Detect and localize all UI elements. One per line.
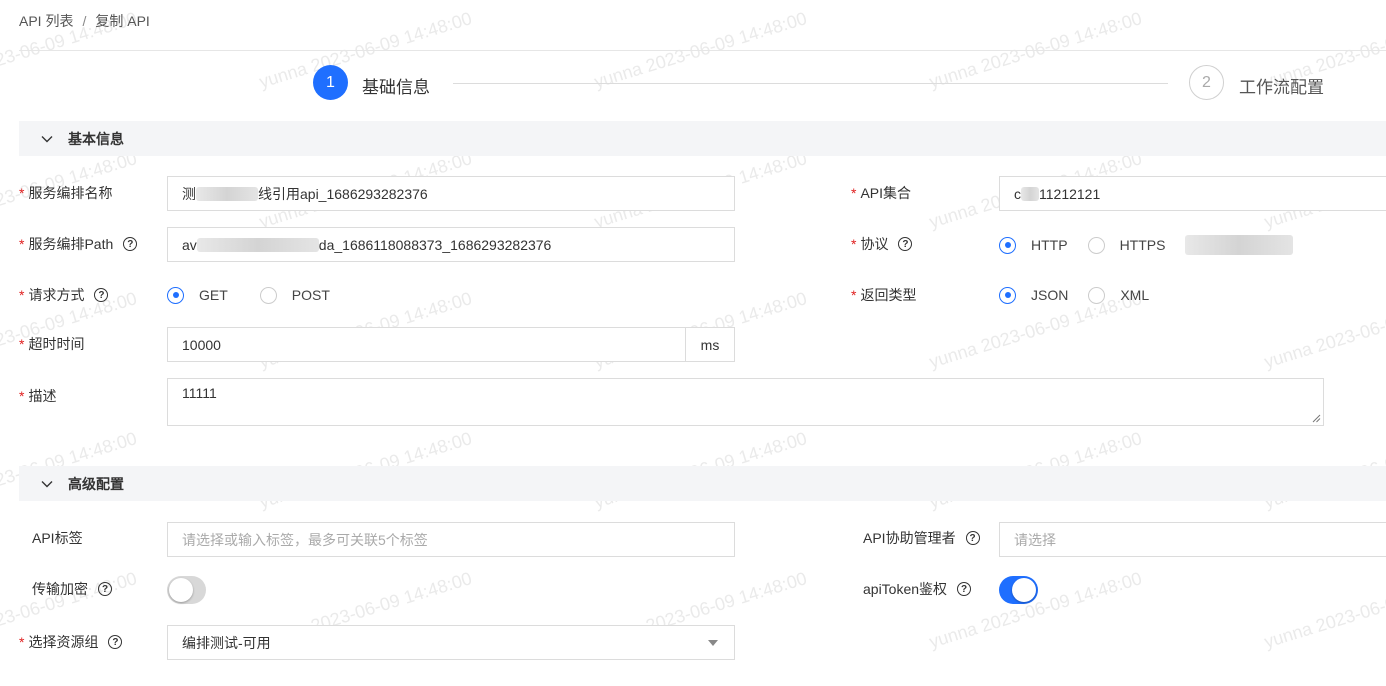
help-icon[interactable]: ? <box>108 635 123 649</box>
chevron-down-icon <box>41 480 53 487</box>
section-basic-info[interactable]: 基本信息 <box>19 121 1386 156</box>
watermark-text: yunna 2023-06-09 14:48:00 <box>1261 288 1386 372</box>
breadcrumb: API 列表 / 复制 API <box>19 11 150 31</box>
service-name-label: * 服务编排名称 <box>19 185 113 201</box>
help-icon[interactable]: ? <box>957 582 972 596</box>
redacted-text <box>1185 235 1294 255</box>
step-label: 基础信息 <box>362 78 430 97</box>
api-token-auth-toggle[interactable] <box>999 576 1038 604</box>
service-path-label: * 服务编排Path? <box>19 234 138 254</box>
breadcrumb-current: 复制 API <box>95 13 150 29</box>
radio-post[interactable]: POST <box>259 286 330 304</box>
timeout-label: * 超时时间 <box>19 336 85 352</box>
help-icon[interactable]: ? <box>123 237 138 251</box>
radio-get[interactable]: GET <box>167 286 228 304</box>
radio-xml[interactable]: XML <box>1088 286 1149 304</box>
protocol-label: * 协议? <box>851 234 913 254</box>
section-advanced-config[interactable]: 高级配置 <box>19 466 1386 501</box>
return-type-label: * 返回类型 <box>851 287 917 303</box>
redacted-text <box>196 186 258 201</box>
step-connector <box>453 83 1168 84</box>
api-collection-label: * API集合 <box>851 185 912 201</box>
resource-group-select[interactable]: 编排测试-可用 <box>167 625 735 660</box>
return-type-radio-group: JSON XML <box>999 285 1169 305</box>
help-icon[interactable]: ? <box>98 582 112 596</box>
section-title: 高级配置 <box>68 475 124 492</box>
timeout-unit: ms <box>685 328 734 361</box>
redacted-text <box>1021 186 1039 201</box>
caret-down-icon <box>708 640 718 646</box>
section-title: 基本信息 <box>68 130 124 147</box>
watermark-text: yunna 2023-06-09 14:48:00 <box>1261 568 1386 652</box>
co-managers-select[interactable]: 请选择 <box>999 522 1386 557</box>
api-collection-select[interactable]: c 11212121 <box>999 176 1386 211</box>
request-method-label: * 请求方式? <box>19 285 109 305</box>
description-label: * 描述 <box>19 388 57 404</box>
stepper: 1 基础信息 2 工作流配置 <box>0 65 1386 101</box>
service-path-input[interactable]: av da_1686118088373_1686293282376 <box>167 227 735 262</box>
api-tags-input[interactable]: 请选择或输入标签，最多可关联5个标签 <box>167 522 735 557</box>
redacted-text <box>196 237 319 252</box>
description-textarea[interactable]: 11111 <box>167 378 1324 426</box>
radio-json[interactable]: JSON <box>999 286 1068 304</box>
help-icon[interactable]: ? <box>898 237 913 251</box>
breadcrumb-separator: / <box>82 13 87 29</box>
step-number: 2 <box>1189 65 1224 100</box>
step-label: 工作流配置 <box>1239 78 1324 97</box>
resource-group-label: * 选择资源组? <box>19 632 123 652</box>
help-icon[interactable]: ? <box>965 531 980 545</box>
service-name-input[interactable]: 测线引用api_1686293282376 <box>167 176 735 211</box>
protocol-radio-group: HTTP HTTPS <box>999 235 1294 255</box>
radio-https[interactable]: HTTPS <box>1087 236 1165 254</box>
help-icon[interactable]: ? <box>94 288 109 302</box>
resize-handle-icon[interactable] <box>1311 413 1321 423</box>
header-divider <box>19 50 1386 51</box>
step-number: 1 <box>313 65 348 100</box>
radio-http[interactable]: HTTP <box>999 236 1068 254</box>
transport-encryption-label: 传输加密? <box>32 579 112 599</box>
request-method-radio-group: GET POST <box>167 285 350 305</box>
breadcrumb-root-link[interactable]: API 列表 <box>19 13 73 29</box>
chevron-down-icon <box>41 135 53 142</box>
api-token-auth-label: apiToken鉴权? <box>863 579 972 599</box>
api-tags-label: API标签 <box>32 530 83 546</box>
transport-encryption-toggle[interactable] <box>167 576 206 604</box>
timeout-input[interactable]: 10000 ms <box>167 327 735 362</box>
co-managers-label: API协助管理者? <box>863 528 980 548</box>
